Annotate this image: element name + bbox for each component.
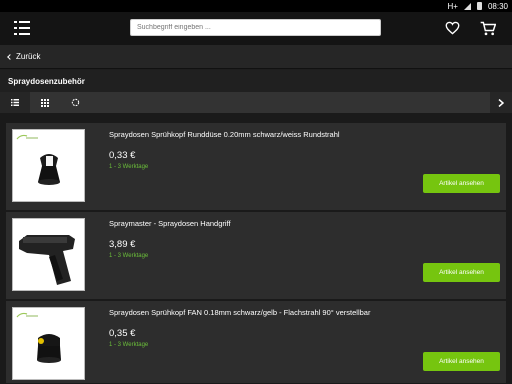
product-list: Spraydosen Sprühkopf Runddüse 0.20mm sch… (0, 113, 512, 384)
signal-icon (463, 2, 471, 10)
view-article-button[interactable]: Artikel ansehen (423, 263, 500, 282)
chevron-right-icon[interactable] (490, 92, 512, 113)
product-title[interactable]: Spraydosen Sprühkopf Runddüse 0.20mm sch… (109, 130, 340, 139)
list-view-icon[interactable] (0, 92, 30, 113)
menu-icon[interactable] (14, 21, 30, 35)
heart-icon[interactable] (443, 20, 461, 36)
spray-cap-yellow-dot-icon[interactable] (12, 307, 85, 380)
product-card[interactable]: Spraydosen Sprühkopf Runddüse 0.20mm sch… (6, 123, 506, 211)
grid-view-icon[interactable] (30, 92, 60, 113)
product-price: 0,33 € (109, 150, 136, 161)
product-card[interactable]: Spraydosen Sprühkopf FAN 0.18mm schwarz/… (6, 301, 506, 384)
back-button[interactable]: Zurück (0, 45, 512, 69)
delivery-time: 1 - 3 Werktage (109, 164, 149, 170)
product-title[interactable]: Spraydosen Sprühkopf FAN 0.18mm schwarz/… (109, 308, 370, 317)
view-article-button[interactable]: Artikel ansehen (423, 352, 500, 371)
clock: 08:30 (487, 1, 508, 11)
category-header: Spraydosenzubehör (0, 70, 512, 92)
search-input[interactable] (130, 19, 381, 36)
refresh-icon[interactable] (60, 92, 90, 113)
status-bar: H+ 08:30 (0, 0, 512, 12)
chevron-left-icon (7, 54, 13, 60)
delivery-time: 1 - 3 Werktage (109, 342, 149, 348)
view-article-button[interactable]: Artikel ansehen (423, 174, 500, 193)
product-price: 3,89 € (109, 239, 136, 250)
product-price: 0,35 € (109, 328, 136, 339)
product-title[interactable]: Spraymaster - Spraydosen Handgriff (109, 219, 231, 228)
delivery-time: 1 - 3 Werktage (109, 253, 149, 259)
back-label: Zurück (16, 52, 41, 61)
view-toolbar (0, 92, 512, 113)
network-indicator: H+ (447, 1, 458, 11)
page-title: Spraydosenzubehör (8, 76, 85, 86)
app-header (0, 12, 512, 45)
battery-icon (476, 2, 482, 10)
spray-gun-handle-icon[interactable] (12, 218, 85, 291)
spray-cap-white-stripe-icon[interactable] (12, 129, 85, 202)
cart-icon[interactable] (479, 20, 497, 36)
product-card[interactable]: Spraymaster - Spraydosen Handgriff 3,89 … (6, 212, 506, 300)
